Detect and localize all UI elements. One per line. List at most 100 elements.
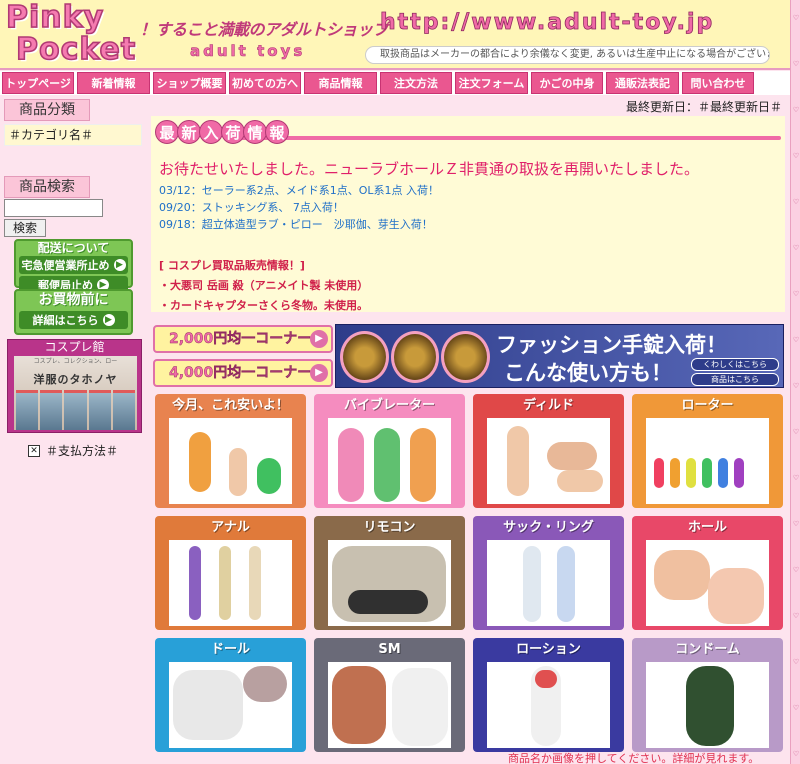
shipping-row1-label: 宅急便営業所止め [21, 259, 110, 272]
corner-2000-button[interactable]: 2,000円均一コーナー ▶ [153, 325, 333, 353]
category-image[interactable] [328, 418, 451, 504]
news-headline: お待たせいたしました。ニューラブホールＺ非貫通の取扱を再開いたしました。 [159, 160, 700, 178]
category-tile[interactable]: ドール [155, 638, 306, 752]
heart-icon: ♡ [792, 336, 800, 344]
heart-icon: ♡ [792, 520, 800, 528]
category-image[interactable] [328, 540, 451, 626]
heart-icon: ♡ [792, 244, 800, 252]
nav-item[interactable]: 新着情報 [77, 72, 150, 94]
corner-4000-button[interactable]: 4,000円均一コーナー ▶ [153, 359, 333, 387]
nav-item[interactable]: 問い合わせ [682, 72, 754, 94]
news-title-char: 荷 [221, 120, 245, 144]
category-label[interactable]: バイブレーター [314, 394, 465, 418]
category-tile[interactable]: ディルド [473, 394, 624, 508]
site-logo[interactable]: Pinky Pocket [5, 1, 138, 68]
fashion-line1: ファッション手錠入荷！ [496, 333, 727, 357]
category-image[interactable] [487, 540, 610, 626]
header: Pinky Pocket ！すること満載のアダルトショップ adult toys… [0, 0, 790, 70]
category-image[interactable] [487, 662, 610, 748]
category-heading: 商品分類 [4, 99, 90, 121]
nav-item[interactable]: 初めての方へ [229, 72, 301, 94]
category-tile[interactable]: リモコン [314, 516, 465, 630]
heart-icon: ♡ [792, 428, 800, 436]
category-tile[interactable]: アナル [155, 516, 306, 630]
category-tile[interactable]: ローター [632, 394, 783, 508]
news-box: 最新入荷情報 お待たせいたしました。ニューラブホールＺ非貫通の取扱を再開いたしま… [151, 116, 785, 312]
cosplay-title: コスプレ館 [44, 340, 105, 354]
category-image[interactable] [487, 418, 610, 504]
fashion-details-button[interactable]: くわしくはこちら [691, 358, 779, 371]
fashion-products-button[interactable]: 商品はこちら [691, 373, 779, 386]
cosplay-image[interactable]: コスプレ、コレクション、ロー 洋服のタホノヤ [14, 356, 137, 430]
notice-banner: 取扱商品はメーカーの都合により余儀なく変更, あるいは生産中止になる場合がござい… [365, 46, 770, 64]
category-label[interactable]: ディルド [473, 394, 624, 418]
nav-bar: トップページ 新着情報 ショップ概要 初めての方へ 商品情報 注文方法 注文フォーム かごの中… [0, 71, 790, 95]
category-image[interactable] [328, 662, 451, 748]
right-decorative-strip: ♡ ♡ ♡ ♡ ♡ ♡ ♡ ♡ ♡ ♡ ♡ ♡ ♡ ♡ ♡ ♡ ♡ [790, 0, 800, 764]
category-label[interactable]: ホール [632, 516, 783, 540]
search-button[interactable]: 検索 [4, 219, 46, 237]
category-image[interactable] [646, 540, 769, 626]
category-label[interactable]: SM [314, 638, 465, 662]
payment-methods[interactable]: ✕ ＃支払方法＃ [28, 442, 118, 459]
category-tile[interactable]: SM [314, 638, 465, 752]
category-label[interactable]: リモコン [314, 516, 465, 540]
news-item[interactable]: 09/20：ストッキング系、 7点入荷！ [159, 199, 439, 216]
category-image[interactable] [646, 662, 769, 748]
click-hint: 商品名か画像を押してください。詳細が見れます。 [508, 752, 760, 764]
logo-line2: Pocket [15, 32, 137, 67]
fashion-line2: こんな使い方も！ [504, 361, 672, 385]
heart-icon: ♡ [792, 198, 800, 206]
details-row[interactable]: 詳細はこちら ▶ [19, 311, 128, 329]
heart-icon: ♡ [792, 474, 800, 482]
left-sidebar: 商品分類 ＃カテゴリ名＃ 商品検索 検索 配送について 宅急便営業所止め ▶ 郵便… [0, 96, 148, 764]
nav-item[interactable]: 通販法表記 [606, 72, 679, 94]
cosplay-image-title: 洋服のタホノヤ [33, 373, 118, 386]
category-label[interactable]: コンドーム [632, 638, 783, 662]
heart-icon: ♡ [792, 612, 800, 620]
category-image[interactable] [646, 418, 769, 504]
search-heading: 商品検索 [4, 176, 90, 198]
category-label[interactable]: サック・リング [473, 516, 624, 540]
cosplay-image-subtitle: コスプレ、コレクション、ロー [33, 358, 118, 365]
category-label[interactable]: 今月、これ安いよ！ [155, 394, 306, 418]
news-item[interactable]: 03/12：セーラー系2点、メイド系1点、OL系1点 入荷！ [159, 182, 439, 199]
search-input[interactable] [4, 199, 103, 217]
cosplay-banner[interactable]: コスプレ館 コスプレ、コレクション、ロー 洋服のタホノヤ [7, 339, 142, 433]
nav-item[interactable]: トップページ [2, 72, 74, 94]
category-tile[interactable]: 今月、これ安いよ！ [155, 394, 306, 508]
nav-item[interactable]: ショップ概要 [153, 72, 226, 94]
shipping-row-takkyubin[interactable]: 宅急便営業所止め ▶ [19, 256, 128, 274]
news-title-char: 入 [199, 120, 223, 144]
main-content: 最終更新日：＃最終更新日＃ 最新入荷情報 お待たせいたしました。ニューラブホール… [148, 96, 790, 764]
before-title: お買物前に [38, 292, 109, 308]
category-label[interactable]: ローター [632, 394, 783, 418]
category-tile[interactable]: コンドーム [632, 638, 783, 752]
nav-item[interactable]: 注文方法 [380, 72, 452, 94]
news-item[interactable]: 09/18：超立体造型ラブ・ピロー 沙耶伽、芽生入荷！ [159, 216, 439, 233]
category-label[interactable]: ドール [155, 638, 306, 662]
heart-icon: ♡ [792, 658, 800, 666]
news-title-char: 新 [177, 120, 201, 144]
fashion-handcuffs-banner[interactable]: ファッション手錠入荷！ こんな使い方も！ くわしくはこちら 商品はこちら [335, 324, 784, 388]
category-label[interactable]: アナル [155, 516, 306, 540]
shipping-info-button[interactable]: 配送について 宅急便営業所止め ▶ 郵便局止め ▶ [14, 239, 133, 294]
category-tile[interactable]: サック・リング [473, 516, 624, 630]
category-label[interactable]: ローション [473, 638, 624, 662]
brand-subtitle: adult toys [190, 42, 306, 61]
heart-icon: ♡ [792, 152, 800, 160]
category-grid: 今月、これ安いよ！ バイブレーター ディルド ローターアナル リモコン サック・リング ホー… [155, 394, 783, 752]
category-image[interactable] [169, 540, 292, 626]
nav-item[interactable]: 注文フォーム [455, 72, 528, 94]
before-shopping-button[interactable]: お買物前に 詳細はこちら ▶ [14, 289, 133, 335]
shipping-title: 配送について [37, 241, 110, 255]
category-tile[interactable]: ホール [632, 516, 783, 630]
category-image[interactable] [169, 418, 292, 504]
nav-item[interactable]: かごの中身 [531, 72, 603, 94]
news-title-char: 最 [155, 120, 179, 144]
category-tile[interactable]: バイブレーター [314, 394, 465, 508]
nav-item[interactable]: 商品情報 [304, 72, 377, 94]
arrow-right-icon: ▶ [113, 259, 126, 271]
category-tile[interactable]: ローション [473, 638, 624, 752]
category-image[interactable] [169, 662, 292, 748]
